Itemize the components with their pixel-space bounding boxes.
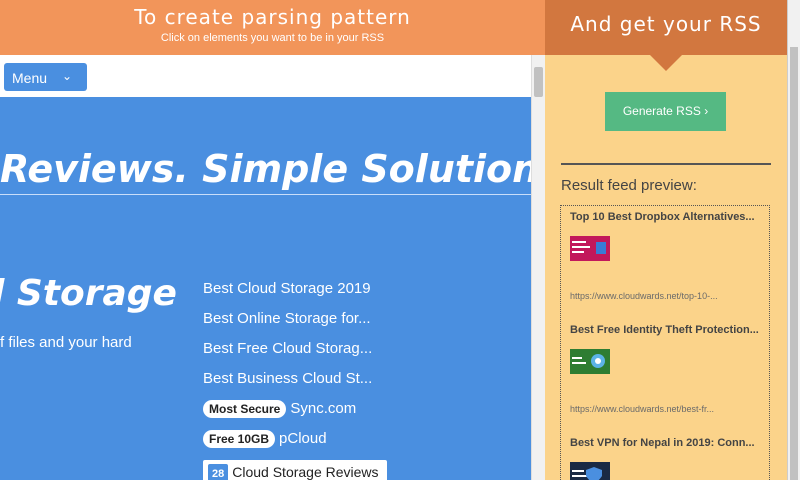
reviews-label: Cloud Storage Reviews	[232, 464, 379, 480]
menu-button[interactable]: Menu ⌄	[4, 63, 87, 91]
feed-thumbnail	[570, 236, 610, 261]
feed-item: Best VPN for Nepal in 2019: Conn...	[570, 437, 765, 480]
storage-heading[interactable]: l Storage	[0, 273, 177, 314]
feed-item: Top 10 Best Dropbox Alternatives... http…	[570, 211, 765, 301]
preview-label: Result feed preview:	[561, 177, 697, 194]
site-link[interactable]: Best Free Cloud Storag...	[203, 340, 423, 370]
feed-thumbnail	[570, 462, 610, 480]
menu-label: Menu	[12, 70, 48, 86]
page-scroll-thumb[interactable]	[790, 47, 798, 480]
frame-scrollbar[interactable]	[531, 55, 545, 480]
reviews-count-badge: 28	[208, 464, 229, 480]
parsing-title: To create parsing pattern	[134, 5, 411, 29]
parsing-subtitle: Click on elements you want to be in your…	[160, 32, 385, 44]
hero-divider	[0, 194, 531, 195]
site-link[interactable]: Best Business Cloud St...	[203, 370, 423, 400]
page-scrollbar[interactable]	[787, 0, 800, 480]
feed-item-title[interactable]: Best Free Identity Theft Protection...	[570, 324, 765, 336]
site-link[interactable]: Best Cloud Storage 2019	[203, 280, 423, 310]
feed-item: Best Free Identity Theft Protection... h…	[570, 324, 765, 414]
site-link-sync[interactable]: Most Secure Sync.com	[203, 400, 423, 430]
site-hero-section: Reviews. Simple Solutions. l Storage f f…	[0, 97, 531, 480]
hero-headline[interactable]: Reviews. Simple Solutions.	[0, 147, 531, 191]
panel-divider	[561, 163, 771, 165]
site-navbar: Menu ⌄	[0, 55, 531, 97]
rss-panel: And get your RSS Generate RSS › Result f…	[545, 0, 787, 480]
rss-header: And get your RSS	[545, 0, 787, 55]
free-10gb-badge: Free 10GB	[203, 430, 276, 448]
feed-thumbnail	[570, 349, 610, 374]
most-secure-badge: Most Secure	[203, 400, 287, 418]
pcloud-link-label: pCloud	[279, 430, 327, 447]
embedded-page[interactable]: Menu ⌄ Reviews. Simple Solutions. l Stor…	[0, 55, 545, 480]
rss-title: And get your RSS	[570, 12, 762, 36]
frame-scroll-thumb[interactable]	[534, 67, 543, 97]
feed-preview: Top 10 Best Dropbox Alternatives... http…	[560, 205, 770, 480]
sync-link-label: Sync.com	[290, 400, 357, 417]
site-link-pcloud[interactable]: Free 10GB pCloud	[203, 430, 423, 460]
reviews-button[interactable]: 28 Cloud Storage Reviews	[203, 460, 387, 480]
site-link-reviews[interactable]: 28 Cloud Storage Reviews	[203, 460, 423, 480]
chevron-down-icon: ⌄	[62, 69, 73, 83]
site-link-list: Best Cloud Storage 2019 Best Online Stor…	[203, 280, 423, 480]
feed-item-url[interactable]: https://www.cloudwards.net/best-fr...	[570, 404, 714, 414]
down-arrow-icon	[650, 55, 682, 71]
feed-item-url[interactable]: https://www.cloudwards.net/top-10-...	[570, 291, 718, 301]
feed-item-title[interactable]: Top 10 Best Dropbox Alternatives...	[570, 211, 765, 223]
storage-subtext[interactable]: f files and your hard	[0, 334, 132, 351]
feed-item-title[interactable]: Best VPN for Nepal in 2019: Conn...	[570, 437, 765, 449]
site-link[interactable]: Best Online Storage for...	[203, 310, 423, 340]
parsing-header: To create parsing pattern Click on eleme…	[0, 0, 545, 55]
generate-rss-button[interactable]: Generate RSS ›	[605, 92, 726, 131]
